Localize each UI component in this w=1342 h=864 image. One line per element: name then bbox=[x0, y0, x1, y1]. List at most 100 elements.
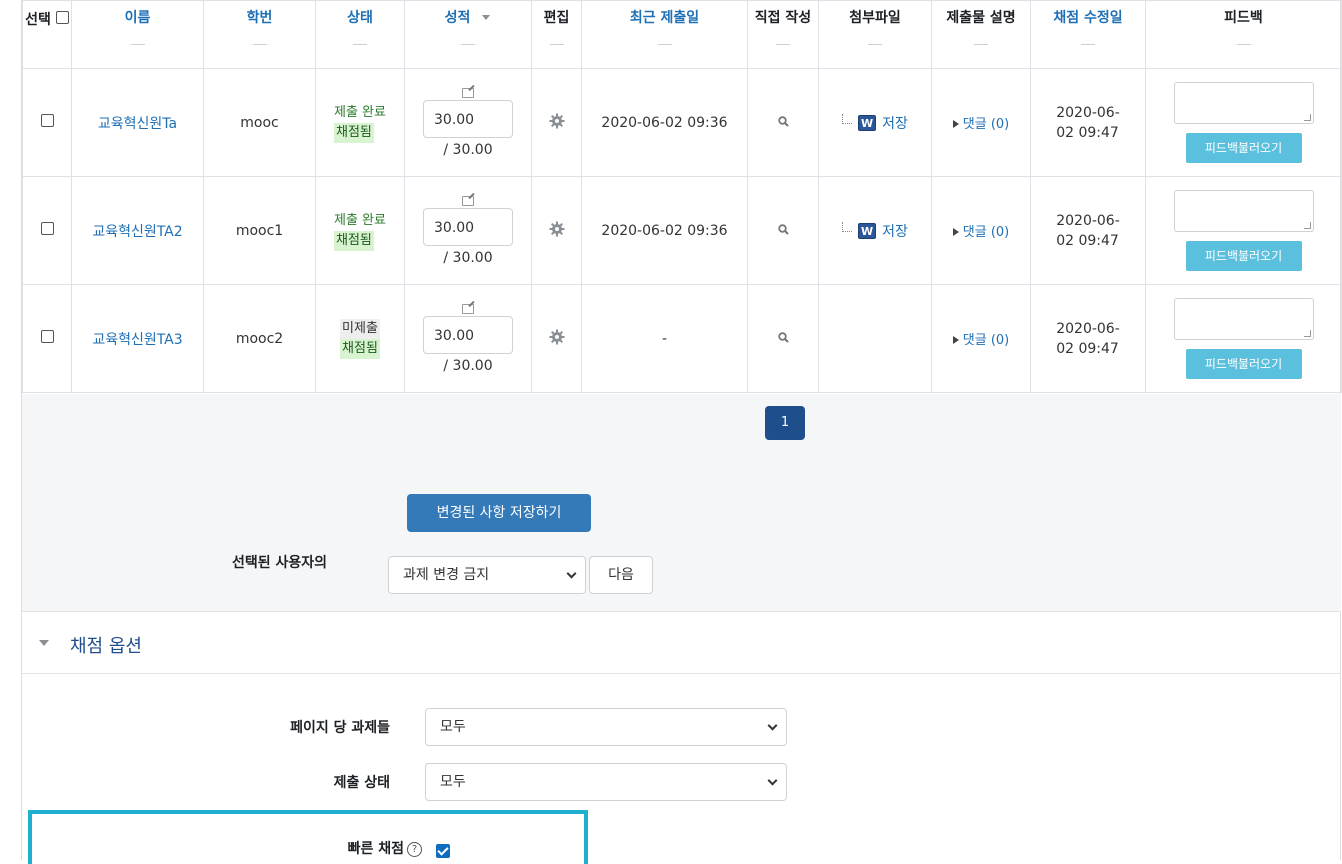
load-feedback-button[interactable]: 피드백불러오기 bbox=[1185, 349, 1302, 379]
table-row: 교육혁신원TA3 mooc2 미제출 채점됨 30.00 / 30.00 - 댓… bbox=[22, 284, 1342, 393]
header-last-submitted-label[interactable]: 최근 제출일 bbox=[630, 10, 699, 26]
gear-icon[interactable] bbox=[549, 221, 565, 237]
search-icon[interactable] bbox=[777, 115, 789, 127]
student-id-cell: mooc2 bbox=[203, 284, 316, 393]
header-file-label: 첨부파일 bbox=[849, 10, 901, 26]
comments-toggle[interactable]: 댓글 (0) bbox=[952, 117, 1009, 132]
modified-line2: 02 09:47 bbox=[1056, 124, 1119, 141]
row-select-cell bbox=[22, 68, 72, 177]
row-checkbox[interactable] bbox=[40, 330, 54, 343]
edit-cell bbox=[531, 284, 582, 393]
comments-label[interactable]: 댓글 (0) bbox=[963, 117, 1009, 132]
grade-cell: 30.00 / 30.00 bbox=[404, 284, 532, 393]
per-page-select[interactable]: 모두 bbox=[425, 708, 787, 746]
status-cell: 제출 완료 채점됨 bbox=[315, 68, 405, 177]
last-submitted-date: 2020-06-02 09:36 bbox=[601, 114, 728, 131]
grading-table: 선택 이름 학번 상태 성적 편집 최근 제출일 직접 작성 첨부파일 제출물 … bbox=[22, 0, 1342, 393]
pagination-page-button[interactable]: 1 bbox=[765, 406, 805, 440]
student-name-link[interactable]: 교육혁신원TA3 bbox=[92, 332, 182, 348]
header-dash bbox=[657, 44, 672, 45]
grade-input[interactable]: 30.00 bbox=[423, 207, 513, 246]
header-grade-modified-label[interactable]: 채점 수정일 bbox=[1053, 10, 1122, 26]
header-dash bbox=[130, 44, 145, 45]
file-cell bbox=[818, 284, 932, 393]
student-name-link[interactable]: 교육혁신원Ta bbox=[98, 116, 177, 132]
feedback-textarea[interactable] bbox=[1173, 82, 1314, 124]
header-grade-modified[interactable]: 채점 수정일 bbox=[1030, 0, 1146, 69]
quick-edit-icon bbox=[462, 87, 474, 98]
per-page-label: 페이지 당 과제들 bbox=[290, 720, 390, 736]
student-id-cell: mooc bbox=[203, 68, 316, 177]
feedback-textarea[interactable] bbox=[1173, 298, 1314, 340]
feedback-cell: 피드백불러오기 bbox=[1145, 68, 1342, 177]
chevron-down-icon bbox=[767, 720, 778, 731]
next-button[interactable]: 다음 bbox=[589, 556, 653, 594]
grading-options-header[interactable]: 채점 옵션 bbox=[22, 612, 1341, 674]
modified-line1: 2020-06- bbox=[1056, 104, 1120, 121]
search-icon[interactable] bbox=[777, 331, 789, 343]
file-link[interactable]: 저장 bbox=[882, 113, 908, 133]
grading-options-title[interactable]: 채점 옵션 bbox=[70, 632, 142, 658]
online-text-cell bbox=[747, 68, 819, 177]
save-changes-button[interactable]: 변경된 사항 저장하기 bbox=[407, 494, 591, 532]
header-status[interactable]: 상태 bbox=[315, 0, 405, 69]
sort-desc-icon[interactable] bbox=[481, 13, 491, 21]
header-select: 선택 bbox=[22, 0, 72, 69]
filter-select[interactable]: 모두 bbox=[425, 763, 787, 801]
with-selected-label: 선택된 사용자의 bbox=[232, 555, 328, 571]
student-name-link[interactable]: 교육혁신원TA2 bbox=[92, 224, 182, 240]
tree-line bbox=[842, 114, 853, 124]
table-row: 교육혁신원TA2 mooc1 제출 완료 채점됨 30.00 / 30.00 2… bbox=[22, 176, 1342, 285]
status-cell: 미제출 채점됨 bbox=[315, 284, 405, 393]
submitted-cell: 2020-06-02 09:36 bbox=[581, 176, 748, 285]
load-feedback-button[interactable]: 피드백불러오기 bbox=[1185, 241, 1302, 271]
grade-cell: 30.00 / 30.00 bbox=[404, 68, 532, 177]
grade-modified-date: 2020-06- 02 09:47 bbox=[1056, 319, 1120, 359]
feedback-textarea[interactable] bbox=[1173, 190, 1314, 232]
search-icon[interactable] bbox=[777, 223, 789, 235]
gear-icon[interactable] bbox=[549, 329, 565, 345]
header-grade-label[interactable]: 성적 bbox=[445, 10, 471, 26]
comments-label[interactable]: 댓글 (0) bbox=[963, 225, 1009, 240]
row-checkbox[interactable] bbox=[40, 222, 54, 235]
modified-cell: 2020-06- 02 09:47 bbox=[1030, 68, 1146, 177]
gear-icon[interactable] bbox=[549, 113, 565, 129]
feedback-cell: 피드백불러오기 bbox=[1145, 176, 1342, 285]
grade-input[interactable]: 30.00 bbox=[423, 99, 513, 138]
chevron-down-icon bbox=[566, 568, 577, 579]
grade-input[interactable]: 30.00 bbox=[423, 315, 513, 354]
header-file: 첨부파일 bbox=[818, 0, 932, 69]
header-name[interactable]: 이름 bbox=[71, 0, 204, 69]
collapse-arrow-icon[interactable] bbox=[39, 640, 49, 646]
header-name-label[interactable]: 이름 bbox=[125, 10, 151, 26]
comments-toggle[interactable]: 댓글 (0) bbox=[952, 225, 1009, 240]
file-link[interactable]: 저장 bbox=[882, 221, 908, 241]
header-grade[interactable]: 성적 bbox=[404, 0, 532, 69]
header-submission-comment-label: 제출물 설명 bbox=[946, 10, 1016, 26]
header-dash bbox=[974, 44, 988, 45]
filter-label: 제출 상태 bbox=[333, 775, 390, 791]
status-not-submitted: 미제출 bbox=[340, 318, 380, 339]
quick-edit-icon bbox=[462, 303, 474, 314]
bulk-action-select[interactable]: 과제 변경 금지 bbox=[388, 556, 586, 594]
header-status-label[interactable]: 상태 bbox=[347, 10, 373, 26]
load-feedback-button[interactable]: 피드백불러오기 bbox=[1185, 133, 1302, 163]
row-checkbox[interactable] bbox=[40, 114, 54, 127]
student-id: mooc2 bbox=[235, 330, 284, 347]
comments-toggle[interactable]: 댓글 (0) bbox=[952, 333, 1009, 348]
tree-line bbox=[842, 222, 853, 232]
select-all-checkbox[interactable] bbox=[55, 11, 69, 24]
submitted-cell: - bbox=[581, 284, 748, 393]
comment-cell: 댓글 (0) bbox=[931, 68, 1031, 177]
help-icon[interactable]: ? bbox=[407, 842, 422, 857]
quick-grading-checkbox[interactable] bbox=[436, 844, 450, 858]
header-dash bbox=[549, 44, 564, 45]
modified-line2: 02 09:47 bbox=[1056, 340, 1119, 357]
header-student-id[interactable]: 학번 bbox=[203, 0, 316, 69]
comments-label[interactable]: 댓글 (0) bbox=[963, 333, 1009, 348]
quick-grading-label: 빠른 채점 bbox=[347, 841, 404, 857]
header-dash bbox=[353, 44, 367, 45]
header-dash bbox=[1236, 44, 1251, 45]
header-student-id-label[interactable]: 학번 bbox=[247, 10, 273, 26]
header-last-submitted[interactable]: 최근 제출일 bbox=[581, 0, 748, 69]
